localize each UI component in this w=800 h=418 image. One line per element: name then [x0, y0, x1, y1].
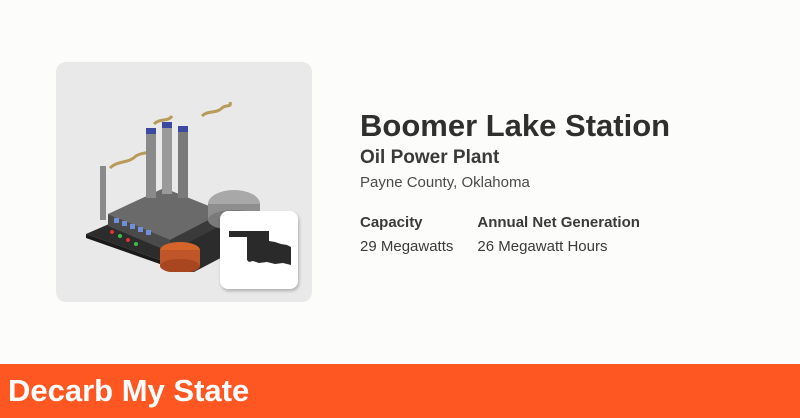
plant-image-card — [56, 62, 312, 302]
capacity-label: Capacity — [360, 214, 423, 231]
state-badge — [220, 211, 298, 289]
plant-info: Boomer Lake Station Oil Power Plant Payn… — [360, 106, 780, 257]
footer-banner: Decarb My State — [0, 364, 800, 418]
capacity-value: 29 Megawatts — [360, 238, 454, 255]
plant-name: Boomer Lake Station — [360, 108, 671, 143]
plant-type: Oil Power Plant — [360, 147, 500, 168]
capacity-stat: Capacity 29 Megawatts — [360, 213, 453, 257]
generation-label: Annual Net Generation — [477, 214, 640, 231]
oklahoma-state-silhouette-icon — [229, 231, 291, 265]
footer-title: Decarb My State — [8, 373, 250, 408]
generation-stat: Annual Net Generation 26 Megawatt Hours — [477, 213, 640, 257]
plant-stats: Capacity 29 Megawatts Annual Net Generat… — [360, 213, 780, 257]
generation-value: 26 Megawatt Hours — [477, 238, 608, 255]
plant-location: Payne County, Oklahoma — [360, 174, 530, 191]
